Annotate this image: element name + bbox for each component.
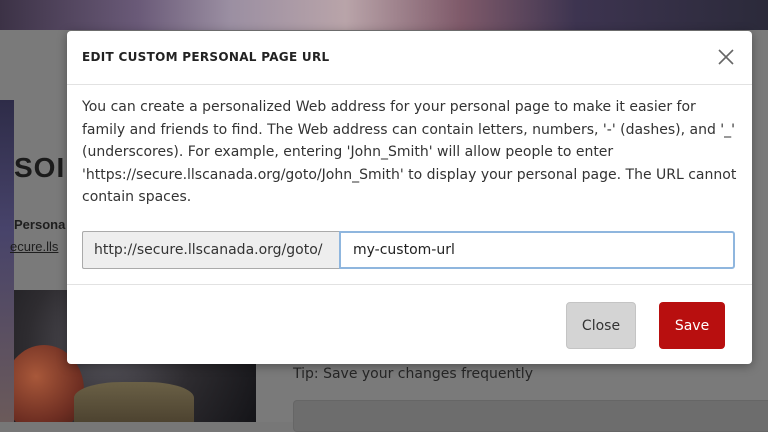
background-tip-text: Tip: Save your changes frequently [293,366,533,382]
background-banner [0,0,768,30]
modal-footer: Close Save [67,284,752,365]
modal-title: EDIT CUSTOM PERSONAL PAGE URL [82,50,330,64]
url-prefix-addon: http://secure.llscanada.org/goto/ [82,231,339,269]
url-input-group: http://secure.llscanada.org/goto/ [82,231,735,269]
custom-url-input[interactable] [339,231,735,269]
background-heading: SOI [14,152,66,183]
close-icon[interactable] [714,45,738,69]
background-subheading: Persona [14,217,66,232]
close-button[interactable]: Close [566,302,636,349]
background-side-image [0,100,14,422]
save-button[interactable]: Save [659,302,725,349]
background-card [293,400,768,432]
modal-header: EDIT CUSTOM PERSONAL PAGE URL [67,31,752,85]
edit-url-modal: EDIT CUSTOM PERSONAL PAGE URL You can cr… [67,31,752,364]
url-description: You can create a personalized Web addres… [82,99,737,205]
modal-body: You can create a personalized Web addres… [82,96,737,209]
close-icon-svg [718,49,734,65]
background-link: ecure.lls [10,239,59,254]
horizon-shape [74,382,194,422]
